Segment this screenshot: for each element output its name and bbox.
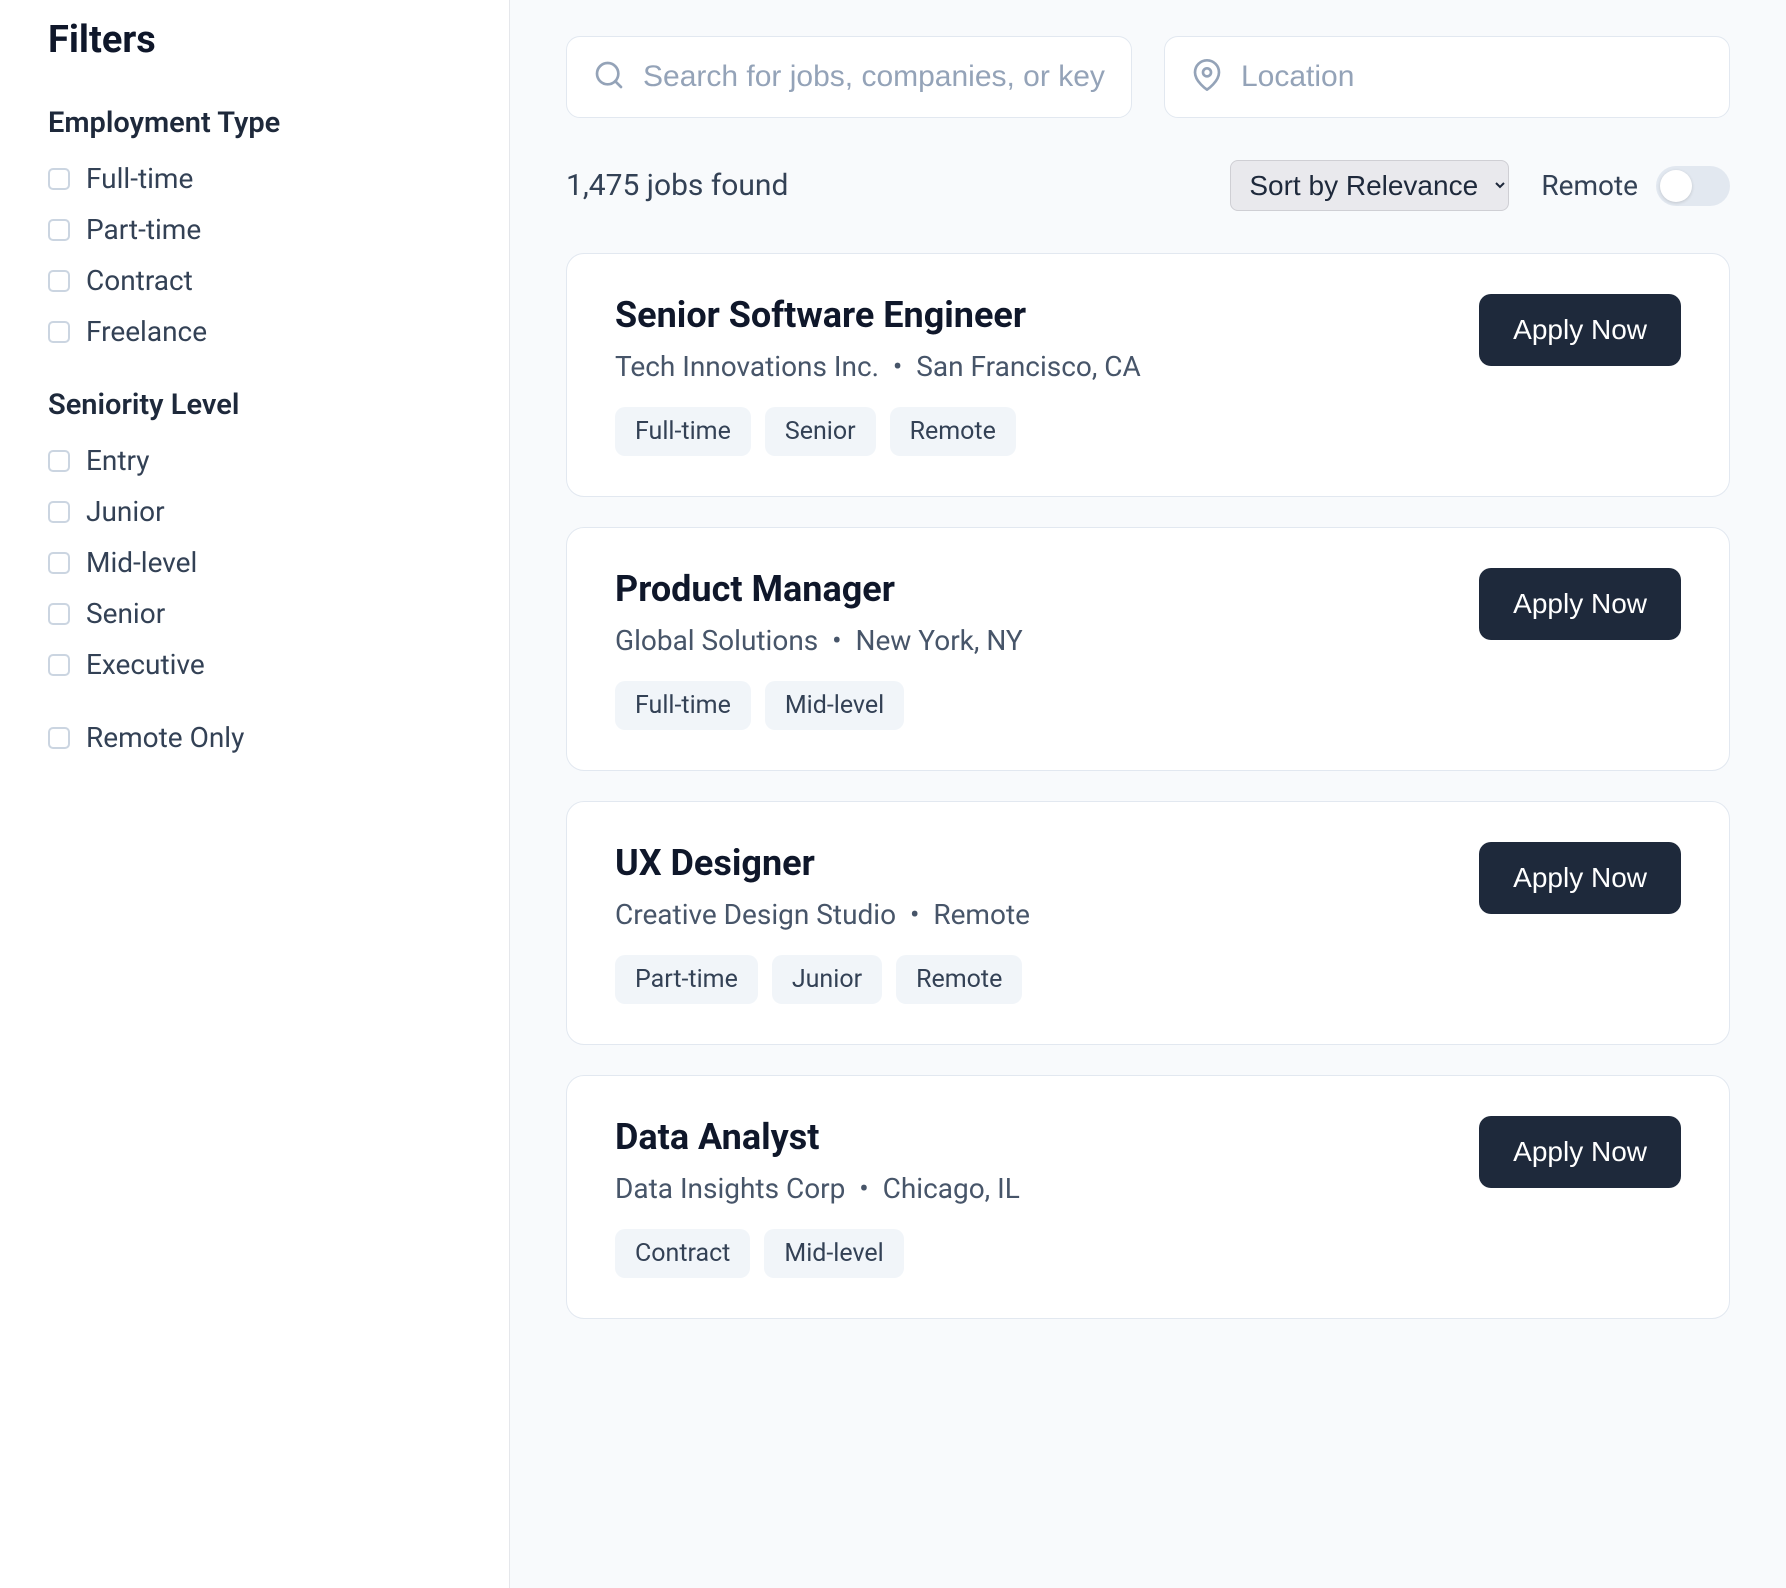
- job-tag: Part-time: [615, 955, 758, 1004]
- job-location: Chicago, IL: [883, 1172, 1020, 1205]
- job-tag: Remote: [890, 407, 1016, 456]
- job-title: UX Designer: [615, 842, 1447, 884]
- filter-heading: Seniority Level: [48, 388, 461, 422]
- filter-label: Junior: [86, 495, 165, 528]
- filter-option-mid-level[interactable]: Mid-level: [48, 546, 461, 579]
- checkbox-icon: [48, 168, 70, 190]
- checkbox-icon: [48, 654, 70, 676]
- filter-label: Senior: [86, 597, 165, 630]
- job-card: UX Designer Creative Design Studio • Rem…: [566, 801, 1730, 1045]
- job-card: Product Manager Global Solutions • New Y…: [566, 527, 1730, 771]
- job-card: Senior Software Engineer Tech Innovation…: [566, 253, 1730, 497]
- search-input[interactable]: [643, 60, 1105, 94]
- filter-option-entry[interactable]: Entry: [48, 444, 461, 477]
- job-company: Data Insights Corp: [615, 1172, 845, 1205]
- job-tag: Senior: [765, 407, 876, 456]
- checkbox-icon: [48, 501, 70, 523]
- filter-option-contract[interactable]: Contract: [48, 264, 461, 297]
- job-tag: Mid-level: [765, 681, 904, 730]
- location-pin-icon: [1191, 59, 1223, 95]
- job-card: Data Analyst Data Insights Corp • Chicag…: [566, 1075, 1730, 1319]
- job-location: San Francisco, CA: [916, 350, 1141, 383]
- job-title: Data Analyst: [615, 1116, 1447, 1158]
- filter-option-part-time[interactable]: Part-time: [48, 213, 461, 246]
- job-tags: Contract Mid-level: [615, 1229, 1447, 1278]
- job-company: Creative Design Studio: [615, 898, 896, 931]
- filter-option-remote-only[interactable]: Remote Only: [48, 721, 461, 754]
- filter-label: Full-time: [86, 162, 193, 195]
- job-location: Remote: [933, 898, 1030, 931]
- job-meta: Global Solutions • New York, NY: [615, 624, 1447, 657]
- apply-button[interactable]: Apply Now: [1479, 568, 1681, 640]
- apply-button[interactable]: Apply Now: [1479, 842, 1681, 914]
- search-row: [566, 36, 1730, 118]
- job-tag: Full-time: [615, 681, 751, 730]
- filters-sidebar: Filters Employment Type Full-time Part-t…: [0, 0, 510, 1588]
- remote-toggle[interactable]: [1656, 166, 1730, 206]
- job-tag: Mid-level: [764, 1229, 903, 1278]
- location-input[interactable]: [1241, 60, 1703, 94]
- filter-group-employment-type: Employment Type Full-time Part-time Cont…: [48, 106, 461, 348]
- filter-label: Part-time: [86, 213, 201, 246]
- job-company: Tech Innovations Inc.: [615, 350, 879, 383]
- search-location-box[interactable]: [1164, 36, 1730, 118]
- checkbox-icon: [48, 552, 70, 574]
- filter-label: Mid-level: [86, 546, 197, 579]
- filter-label: Contract: [86, 264, 193, 297]
- job-tags: Full-time Senior Remote: [615, 407, 1447, 456]
- job-meta: Creative Design Studio • Remote: [615, 898, 1447, 931]
- filter-label: Entry: [86, 444, 150, 477]
- checkbox-icon: [48, 603, 70, 625]
- job-info: UX Designer Creative Design Studio • Rem…: [615, 842, 1447, 1004]
- job-title: Product Manager: [615, 568, 1447, 610]
- filter-heading: Employment Type: [48, 106, 461, 140]
- search-jobs-box[interactable]: [566, 36, 1132, 118]
- filter-option-senior[interactable]: Senior: [48, 597, 461, 630]
- search-icon: [593, 59, 625, 95]
- job-meta: Tech Innovations Inc. • San Francisco, C…: [615, 350, 1447, 383]
- job-meta: Data Insights Corp • Chicago, IL: [615, 1172, 1447, 1205]
- checkbox-icon: [48, 219, 70, 241]
- filter-group-seniority-level: Seniority Level Entry Junior Mid-level S…: [48, 388, 461, 681]
- controls-right: Sort by Relevance Sort by Date Sort by S…: [1230, 160, 1730, 211]
- job-info: Senior Software Engineer Tech Innovation…: [615, 294, 1447, 456]
- job-info: Product Manager Global Solutions • New Y…: [615, 568, 1447, 730]
- apply-button[interactable]: Apply Now: [1479, 1116, 1681, 1188]
- filter-label: Remote Only: [86, 721, 244, 754]
- remote-toggle-wrapper: Remote: [1541, 166, 1730, 206]
- switch-knob-icon: [1660, 170, 1692, 202]
- job-company: Global Solutions: [615, 624, 818, 657]
- job-tag: Remote: [896, 955, 1022, 1004]
- controls-row: 1,475 jobs found Sort by Relevance Sort …: [566, 160, 1730, 211]
- checkbox-icon: [48, 450, 70, 472]
- filters-title: Filters: [48, 18, 461, 62]
- sort-select[interactable]: Sort by Relevance Sort by Date Sort by S…: [1230, 160, 1509, 211]
- checkbox-icon: [48, 321, 70, 343]
- job-list: Senior Software Engineer Tech Innovation…: [566, 253, 1730, 1319]
- filter-label: Executive: [86, 648, 205, 681]
- apply-button[interactable]: Apply Now: [1479, 294, 1681, 366]
- job-tag: Full-time: [615, 407, 751, 456]
- job-info: Data Analyst Data Insights Corp • Chicag…: [615, 1116, 1447, 1278]
- job-tags: Full-time Mid-level: [615, 681, 1447, 730]
- job-tag: Contract: [615, 1229, 750, 1278]
- jobs-found-count: 1,475 jobs found: [566, 168, 788, 203]
- filter-option-full-time[interactable]: Full-time: [48, 162, 461, 195]
- checkbox-icon: [48, 270, 70, 292]
- remote-toggle-label: Remote: [1541, 169, 1638, 202]
- job-tag: Junior: [772, 955, 882, 1004]
- checkbox-icon: [48, 727, 70, 749]
- job-title: Senior Software Engineer: [615, 294, 1447, 336]
- main-content: 1,475 jobs found Sort by Relevance Sort …: [510, 0, 1786, 1588]
- job-tags: Part-time Junior Remote: [615, 955, 1447, 1004]
- filter-option-freelance[interactable]: Freelance: [48, 315, 461, 348]
- job-location: New York, NY: [855, 624, 1022, 657]
- filter-option-executive[interactable]: Executive: [48, 648, 461, 681]
- filter-option-junior[interactable]: Junior: [48, 495, 461, 528]
- filter-label: Freelance: [86, 315, 207, 348]
